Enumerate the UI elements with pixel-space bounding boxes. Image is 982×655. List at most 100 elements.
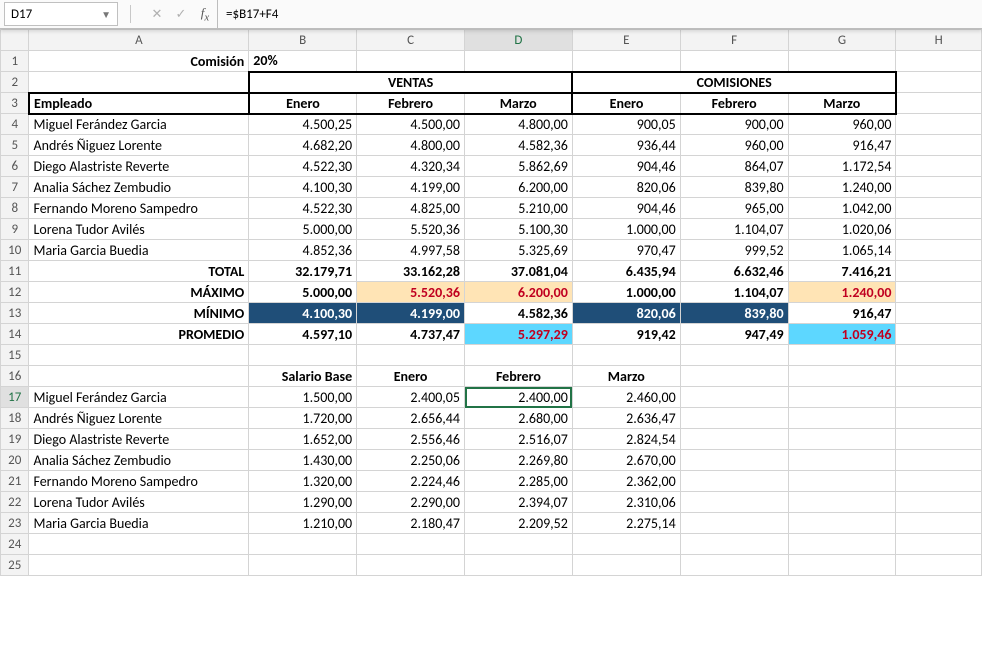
- cell-G23[interactable]: [788, 513, 896, 534]
- cell-H12[interactable]: [896, 282, 982, 303]
- cell-F24[interactable]: [680, 534, 788, 555]
- cell-D1[interactable]: [465, 51, 573, 72]
- cell-F22[interactable]: [680, 492, 788, 513]
- cell-E10[interactable]: 970,47: [572, 240, 680, 261]
- cell-D15[interactable]: [465, 345, 573, 366]
- cell-A16[interactable]: [29, 366, 249, 387]
- cell-A13[interactable]: MÍNIMO: [29, 303, 249, 324]
- cell-A11[interactable]: TOTAL: [29, 261, 249, 282]
- cell-F23[interactable]: [680, 513, 788, 534]
- cell-C12[interactable]: 5.520,36: [357, 282, 465, 303]
- cell-A2[interactable]: [29, 72, 249, 93]
- cell-H9[interactable]: [896, 219, 982, 240]
- cell-H24[interactable]: [896, 534, 982, 555]
- cell-F7[interactable]: 839,80: [680, 177, 788, 198]
- cell-B9[interactable]: 5.000,00: [249, 219, 357, 240]
- cell-H4[interactable]: [896, 114, 982, 135]
- cell-D22[interactable]: 2.394,07: [465, 492, 573, 513]
- cell-F21[interactable]: [680, 471, 788, 492]
- cell-A25[interactable]: [29, 555, 249, 576]
- cell-F10[interactable]: 999,52: [680, 240, 788, 261]
- cell-H19[interactable]: [896, 429, 982, 450]
- cell-E2[interactable]: COMISIONES: [572, 72, 896, 93]
- cell-D21[interactable]: 2.285,00: [465, 471, 573, 492]
- spreadsheet-grid[interactable]: A B C D E F G H 1 Comisión 20% 2 VENTAS …: [0, 29, 982, 576]
- cell-A1[interactable]: Comisión: [29, 51, 249, 72]
- cell-B6[interactable]: 4.522,30: [249, 156, 357, 177]
- cell-A8[interactable]: Fernando Moreno Sampedro: [29, 198, 249, 219]
- cell-H7[interactable]: [896, 177, 982, 198]
- cell-B25[interactable]: [249, 555, 357, 576]
- cell-F13[interactable]: 839,80: [680, 303, 788, 324]
- row-23[interactable]: 23: [1, 513, 29, 534]
- cell-E13[interactable]: 820,06: [572, 303, 680, 324]
- cell-B24[interactable]: [249, 534, 357, 555]
- cell-B13[interactable]: 4.100,30: [249, 303, 357, 324]
- cell-B11[interactable]: 32.179,71: [249, 261, 357, 282]
- cell-F6[interactable]: 864,07: [680, 156, 788, 177]
- cell-G20[interactable]: [788, 450, 896, 471]
- cell-G7[interactable]: 1.240,00: [788, 177, 896, 198]
- cell-H23[interactable]: [896, 513, 982, 534]
- cell-D8[interactable]: 5.210,00: [465, 198, 573, 219]
- cell-E5[interactable]: 936,44: [572, 135, 680, 156]
- row-9[interactable]: 9: [1, 219, 29, 240]
- row-18[interactable]: 18: [1, 408, 29, 429]
- cell-C17[interactable]: 2.400,05: [357, 387, 465, 408]
- cell-D7[interactable]: 6.200,00: [465, 177, 573, 198]
- cell-G4[interactable]: 960,00: [788, 114, 896, 135]
- cell-C3[interactable]: Febrero: [357, 93, 465, 114]
- cell-E15[interactable]: [572, 345, 680, 366]
- cell-C5[interactable]: 4.800,00: [357, 135, 465, 156]
- row-24[interactable]: 24: [1, 534, 29, 555]
- cell-F8[interactable]: 965,00: [680, 198, 788, 219]
- cell-H6[interactable]: [896, 156, 982, 177]
- cell-A17[interactable]: Miguel Ferández Garcia: [29, 387, 249, 408]
- cell-C15[interactable]: [357, 345, 465, 366]
- cell-E7[interactable]: 820,06: [572, 177, 680, 198]
- row-16[interactable]: 16: [1, 366, 29, 387]
- cell-C8[interactable]: 4.825,00: [357, 198, 465, 219]
- col-D[interactable]: D: [465, 30, 573, 51]
- cell-H22[interactable]: [896, 492, 982, 513]
- cell-F12[interactable]: 1.104,07: [680, 282, 788, 303]
- cell-D11[interactable]: 37.081,04: [465, 261, 573, 282]
- cell-A24[interactable]: [29, 534, 249, 555]
- cell-C19[interactable]: 2.556,46: [357, 429, 465, 450]
- cell-E17[interactable]: 2.460,00: [572, 387, 680, 408]
- row-3[interactable]: 3: [1, 93, 29, 114]
- cell-E24[interactable]: [572, 534, 680, 555]
- row-10[interactable]: 10: [1, 240, 29, 261]
- cell-G3[interactable]: Marzo: [788, 93, 896, 114]
- cell-D14[interactable]: 5.297,29: [465, 324, 573, 345]
- row-19[interactable]: 19: [1, 429, 29, 450]
- cell-H8[interactable]: [896, 198, 982, 219]
- cell-F9[interactable]: 1.104,07: [680, 219, 788, 240]
- cell-B4[interactable]: 4.500,25: [249, 114, 357, 135]
- row-2[interactable]: 2: [1, 72, 29, 93]
- cell-F5[interactable]: 960,00: [680, 135, 788, 156]
- cell-D13[interactable]: 4.582,36: [465, 303, 573, 324]
- cell-A4[interactable]: Miguel Ferández Garcia: [29, 114, 249, 135]
- col-H[interactable]: H: [896, 30, 982, 51]
- cell-H5[interactable]: [896, 135, 982, 156]
- cell-H10[interactable]: [896, 240, 982, 261]
- row-4[interactable]: 4: [1, 114, 29, 135]
- cell-C22[interactable]: 2.290,00: [357, 492, 465, 513]
- cell-B23[interactable]: 1.210,00: [249, 513, 357, 534]
- cell-E12[interactable]: 1.000,00: [572, 282, 680, 303]
- cell-F20[interactable]: [680, 450, 788, 471]
- cell-G5[interactable]: 916,47: [788, 135, 896, 156]
- cell-H21[interactable]: [896, 471, 982, 492]
- cell-F19[interactable]: [680, 429, 788, 450]
- cell-H18[interactable]: [896, 408, 982, 429]
- cell-F15[interactable]: [680, 345, 788, 366]
- cell-B22[interactable]: 1.290,00: [249, 492, 357, 513]
- cell-G9[interactable]: 1.020,06: [788, 219, 896, 240]
- cell-D18[interactable]: 2.680,00: [465, 408, 573, 429]
- cell-B2[interactable]: VENTAS: [249, 72, 573, 93]
- col-C[interactable]: C: [357, 30, 465, 51]
- cell-E16[interactable]: Marzo: [572, 366, 680, 387]
- cell-D3[interactable]: Marzo: [465, 93, 573, 114]
- cell-H2[interactable]: [896, 72, 982, 93]
